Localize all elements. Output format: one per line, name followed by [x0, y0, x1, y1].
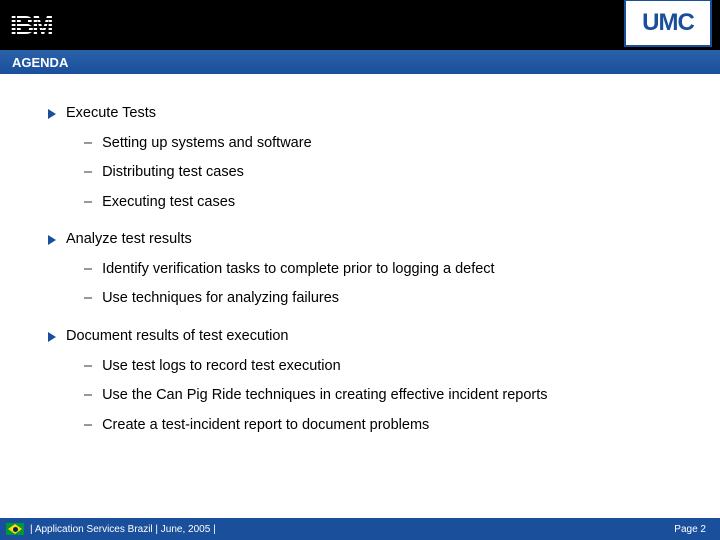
arrow-right-icon — [48, 332, 56, 342]
list-item: –Use techniques for analyzing failures — [84, 289, 680, 309]
dash-icon: – — [84, 260, 92, 280]
dash-icon: – — [84, 386, 92, 406]
footer-text: | Application Services Brazil | June, 20… — [30, 524, 216, 535]
section: Analyze test results –Identify verificat… — [48, 230, 680, 309]
list-item-text: Distributing test cases — [102, 163, 244, 183]
list-item-text: Use techniques for analyzing failures — [102, 289, 339, 309]
sub-list: –Setting up systems and software –Distri… — [48, 134, 680, 213]
dash-icon: – — [84, 134, 92, 154]
arrow-right-icon — [48, 109, 56, 119]
section-heading-row: Document results of test execution — [48, 327, 680, 347]
section: Execute Tests –Setting up systems and so… — [48, 104, 680, 212]
slide-header: IBM UMC — [0, 0, 720, 50]
list-item: –Distributing test cases — [84, 163, 680, 183]
dash-icon: – — [84, 416, 92, 436]
dash-icon: – — [84, 193, 92, 213]
section-heading: Execute Tests — [66, 104, 156, 124]
list-item-text: Setting up systems and software — [102, 134, 312, 154]
section: Document results of test execution –Use … — [48, 327, 680, 435]
umc-badge: UMC — [624, 0, 712, 47]
sub-list: –Identify verification tasks to complete… — [48, 260, 680, 309]
list-item: –Use test logs to record test execution — [84, 357, 680, 377]
slide-footer: | Application Services Brazil | June, 20… — [0, 518, 720, 540]
title-bar: AGENDA — [0, 50, 720, 74]
list-item: –Use the Can Pig Ride techniques in crea… — [84, 386, 680, 406]
footer-left: | Application Services Brazil | June, 20… — [6, 523, 216, 535]
list-item-text: Create a test-incident report to documen… — [102, 416, 429, 436]
list-item: –Create a test-incident report to docume… — [84, 416, 680, 436]
dash-icon: – — [84, 357, 92, 377]
ibm-logo: IBM — [10, 10, 52, 41]
sub-list: –Use test logs to record test execution … — [48, 357, 680, 436]
slide-body: Execute Tests –Setting up systems and so… — [0, 74, 720, 463]
section-heading-row: Analyze test results — [48, 230, 680, 250]
dash-icon: – — [84, 163, 92, 183]
umc-logo-text: UMC — [642, 9, 694, 37]
section-heading-row: Execute Tests — [48, 104, 680, 124]
slide-title: AGENDA — [12, 55, 68, 70]
list-item-text: Identify verification tasks to complete … — [102, 260, 495, 280]
dash-icon: – — [84, 289, 92, 309]
arrow-right-icon — [48, 235, 56, 245]
list-item-text: Use test logs to record test execution — [102, 357, 341, 377]
list-item-text: Use the Can Pig Ride techniques in creat… — [102, 386, 547, 406]
list-item: –Setting up systems and software — [84, 134, 680, 154]
brazil-flag-icon — [6, 523, 24, 535]
section-heading: Analyze test results — [66, 230, 192, 250]
list-item: –Executing test cases — [84, 193, 680, 213]
page-number: Page 2 — [674, 524, 706, 535]
list-item: –Identify verification tasks to complete… — [84, 260, 680, 280]
section-heading: Document results of test execution — [66, 327, 288, 347]
list-item-text: Executing test cases — [102, 193, 235, 213]
